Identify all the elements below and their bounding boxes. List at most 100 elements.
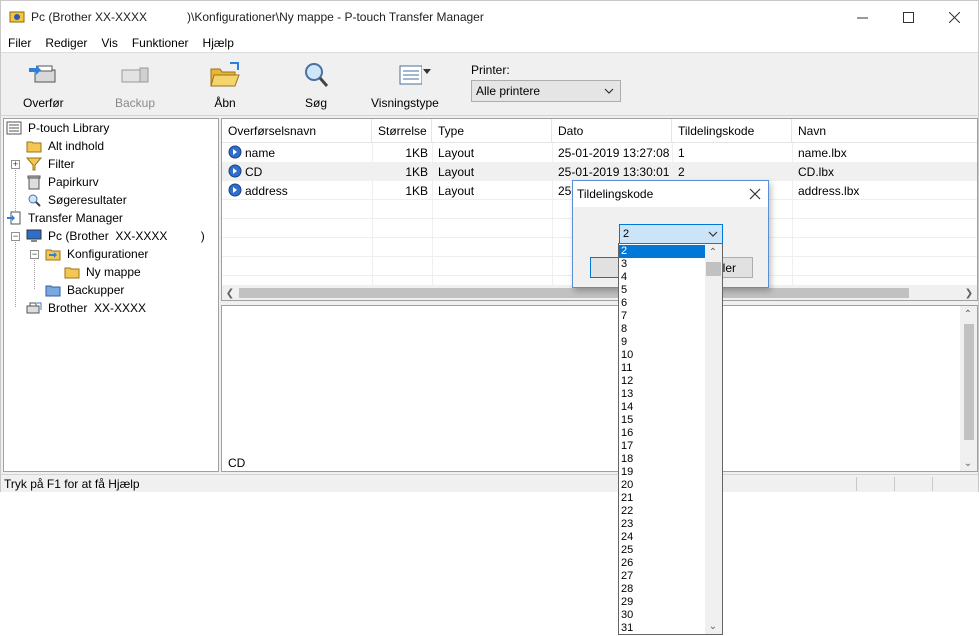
tree-item-filter[interactable]: Filter [26, 155, 77, 173]
tree-item-recycle-bin[interactable]: Papirkurv [26, 173, 101, 191]
scroll-up-icon[interactable]: ⌃ [960, 306, 976, 322]
dropdown-option[interactable]: 18 [619, 453, 706, 466]
recycle-bin-icon [27, 175, 41, 190]
vertical-scroll-thumb[interactable] [964, 324, 974, 440]
scroll-right-icon[interactable]: ❯ [961, 285, 977, 300]
menu-functions[interactable]: Funktioner [125, 36, 196, 50]
cell-transfer-name: address [245, 183, 288, 198]
column-header-date[interactable]: Dato [552, 119, 672, 143]
dropdown-option[interactable]: 27 [619, 570, 706, 583]
dropdown-option[interactable]: 22 [619, 505, 706, 518]
tree-item-brother-printer[interactable]: Brother XX-XXXX [26, 299, 148, 317]
dropdown-option[interactable]: 3 [619, 258, 706, 271]
dropdown-option[interactable]: 28 [619, 583, 706, 596]
maximize-button[interactable] [885, 1, 931, 33]
scroll-up-icon[interactable]: ⌃ [705, 244, 721, 260]
tree-item-new-folder[interactable]: Ny mappe [64, 263, 143, 281]
tree-item-transfer-manager[interactable]: Transfer Manager [6, 209, 125, 227]
dropdown-option[interactable]: 20 [619, 479, 706, 492]
cell-transfer-name: CD [245, 164, 263, 179]
view-type-dropdown-icon[interactable] [423, 69, 431, 75]
tree-item-backups[interactable]: Backupper [45, 281, 126, 299]
dropdown-option[interactable]: 24 [619, 531, 706, 544]
transfer-button[interactable]: Overfør [23, 60, 64, 112]
dropdown-option[interactable]: 2 [619, 245, 706, 258]
scroll-down-icon[interactable]: ⌄ [705, 618, 721, 634]
folder-icon [64, 267, 80, 279]
assignment-code-combobox[interactable]: 2 [619, 224, 723, 244]
backup-button[interactable]: Backup [115, 60, 155, 112]
minimize-icon [856, 17, 868, 18]
printer-icon [26, 302, 42, 314]
dropdown-option[interactable]: 11 [619, 362, 706, 375]
scroll-down-icon[interactable]: ⌄ [960, 455, 976, 471]
menu-file[interactable]: Filer [1, 36, 38, 50]
dropdown-option[interactable]: 14 [619, 401, 706, 414]
dropdown-option[interactable]: 5 [619, 284, 706, 297]
menu-help[interactable]: Hjælp [196, 36, 241, 50]
preview-pane: CD ⌃ ⌄ [221, 305, 978, 472]
dropdown-option[interactable]: 6 [619, 297, 706, 310]
column-header-assignment-code[interactable]: Tildelingskode [672, 119, 792, 143]
tree-item-label: Pc (Brother XX-XXXX ) [48, 229, 205, 243]
view-type-button[interactable]: Visningstype [371, 60, 439, 112]
open-button[interactable]: Åbn [208, 60, 242, 112]
dialog-title: Tildelingskode [577, 187, 654, 201]
tree-item-pc[interactable]: Pc (Brother XX-XXXX ) [26, 227, 207, 245]
column-header-size[interactable]: Størrelse [372, 119, 432, 143]
dropdown-option[interactable]: 26 [619, 557, 706, 570]
menu-view[interactable]: Vis [94, 36, 124, 50]
minimize-button[interactable] [839, 1, 885, 33]
tree-collapser[interactable]: − [11, 232, 20, 241]
dropdown-scroll-thumb[interactable] [706, 262, 721, 276]
dropdown-option[interactable]: 30 [619, 609, 706, 622]
dropdown-scrollbar[interactable]: ⌃ ⌄ [705, 244, 722, 634]
close-icon[interactable] [748, 187, 762, 201]
dropdown-option[interactable]: 15 [619, 414, 706, 427]
dropdown-option[interactable]: 31 [619, 622, 706, 634]
horizontal-scroll-thumb[interactable] [239, 288, 909, 298]
search-button[interactable]: Søg [299, 60, 333, 112]
cell-transfer-name: name [245, 145, 276, 160]
printer-select[interactable]: Alle printere [471, 80, 621, 102]
dropdown-option[interactable]: 19 [619, 466, 706, 479]
dropdown-option[interactable]: 29 [619, 596, 706, 609]
close-button[interactable] [931, 1, 977, 33]
tree-item-label: Transfer Manager [28, 211, 123, 225]
tree-expander[interactable]: + [11, 160, 20, 169]
dropdown-option[interactable]: 16 [619, 427, 706, 440]
table-row[interactable]: name 1KB Layout 25-01-2019 13:27:08 1 na… [222, 143, 977, 162]
table-row[interactable]: CD 1KB Layout 25-01-2019 13:30:01 2 CD.l… [222, 162, 977, 181]
dropdown-option[interactable]: 4 [619, 271, 706, 284]
open-label: Åbn [214, 96, 236, 110]
dropdown-option[interactable]: 7 [619, 310, 706, 323]
dropdown-option[interactable]: 12 [619, 375, 706, 388]
tree-item-all-contents[interactable]: Alt indhold [26, 137, 106, 155]
column-header-name[interactable]: Navn [792, 119, 977, 143]
cell-type: Layout [438, 145, 475, 160]
dropdown-option[interactable]: 17 [619, 440, 706, 453]
filter-icon [26, 157, 42, 171]
list-header: Overførselsnavn Størrelse Type Dato Tild… [222, 119, 977, 143]
dropdown-option[interactable]: 9 [619, 336, 706, 349]
dropdown-option[interactable]: 21 [619, 492, 706, 505]
tree-item-ptouch-library[interactable]: P-touch Library [6, 119, 111, 137]
dropdown-option[interactable]: 23 [619, 518, 706, 531]
column-header-transfer-name[interactable]: Overførselsnavn [222, 119, 372, 143]
backup-folder-icon [45, 285, 61, 297]
chevron-down-icon [708, 231, 718, 237]
menu-edit[interactable]: Rediger [38, 36, 94, 50]
cell-size: 1KB [405, 183, 428, 198]
column-header-type[interactable]: Type [432, 119, 552, 143]
scroll-left-icon[interactable]: ❮ [222, 285, 238, 300]
tree-item-label: Konfigurationer [67, 247, 149, 261]
vertical-scrollbar[interactable]: ⌃ ⌄ [960, 306, 977, 471]
tree-item-configurations[interactable]: Konfigurationer [45, 245, 150, 263]
dropdown-option[interactable]: 8 [619, 323, 706, 336]
tree-item-search-results[interactable]: Søgeresultater [26, 191, 129, 209]
dropdown-option[interactable]: 10 [619, 349, 706, 362]
tree-collapser[interactable]: − [30, 250, 39, 259]
dropdown-option[interactable]: 13 [619, 388, 706, 401]
transfer-manager-icon [7, 211, 21, 225]
dropdown-option[interactable]: 25 [619, 544, 706, 557]
